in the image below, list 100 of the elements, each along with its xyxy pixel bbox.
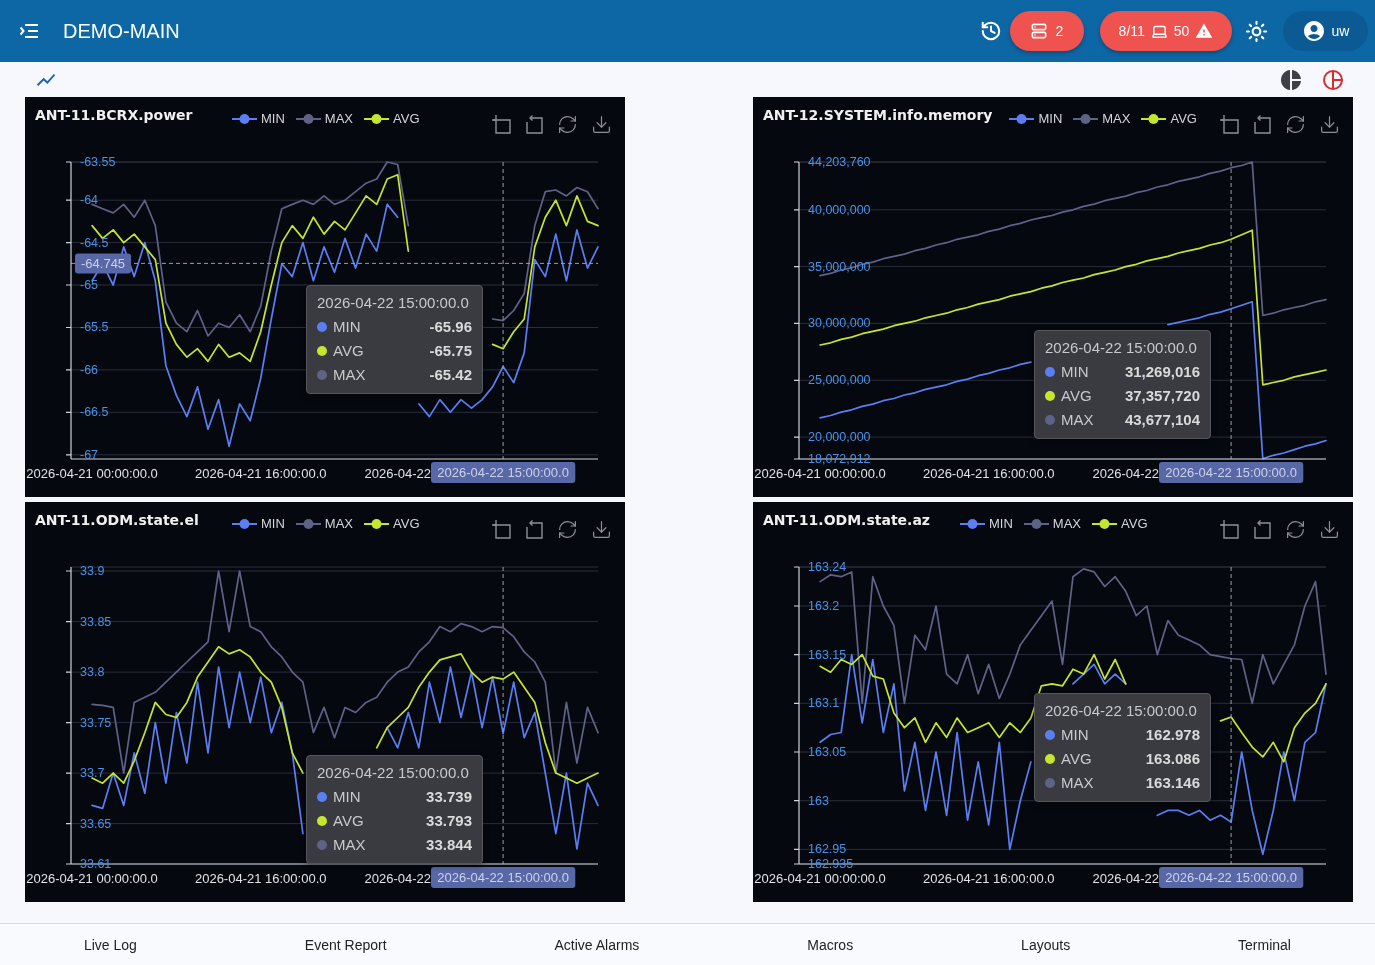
nav-tab[interactable]: Macros [807,932,854,957]
series-value: 163.086 [1145,749,1200,769]
chart-title: ANT-11.ODM.state.el [35,511,200,529]
refresh-icon[interactable] [557,114,578,135]
series-value: 33.739 [426,787,472,807]
series-value: 33.793 [426,811,472,831]
series-value: 37,357,720 [1124,386,1200,406]
y-axis-label: 44,203,760 [808,155,871,169]
back-square-icon[interactable] [1252,519,1272,539]
refresh-icon[interactable] [557,519,578,540]
series-value: 33.844 [426,835,472,855]
y-axis-label: 33.65 [80,816,112,831]
pie-chart-icon[interactable] [1279,67,1303,92]
x-axis-label: 2026-04-21 00:00:00.0 [26,870,158,886]
series-name: MIN [333,787,361,807]
axis-pointer-label: 2026-04-22 15:00:00.0 [1159,867,1304,888]
y-axis-label: 40,000,000 [808,202,871,217]
legend-item[interactable]: MAX [1073,111,1131,126]
series-name: AVG [1061,386,1092,406]
y-axis-label: 163 [808,793,829,808]
nav-tab[interactable]: Layouts [1021,932,1071,957]
legend-item[interactable]: MIN [232,111,285,126]
y-axis-label: 163.15 [808,647,847,662]
y-axis-label: 163.05 [808,745,847,759]
sun-icon[interactable] [1245,19,1268,43]
series-value: -65.96 [429,317,472,337]
user-button[interactable]: uw [1283,11,1368,51]
y-axis-label: 33.75 [80,715,112,730]
back-square-icon[interactable] [524,519,544,539]
y-axis-label: -66 [80,362,99,377]
crop-icon[interactable] [1219,519,1239,539]
legend-item[interactable]: MIN [232,516,285,531]
legend-item[interactable]: MIN [960,516,1013,531]
x-axis-label: 2026-04-21 16:00:00.0 [922,465,1055,481]
legend-item[interactable]: MAX [295,516,353,531]
tooltip-title: 2026-04-22 15:00:00.0 [1045,701,1198,721]
y-axis-label: 33.61 [80,857,112,871]
x-axis-label: 2026-04-22 [1092,465,1159,481]
axis-pointer-label: 2026-04-22 15:00:00.0 [431,867,576,888]
menu-icon[interactable] [20,24,38,38]
y-axis-label: 163.1 [808,696,840,711]
chart-title: ANT-11.ODM.state.az [763,511,931,529]
tooltip-title: 2026-04-22 15:00:00.0 [1045,338,1198,358]
nav-tab[interactable]: Live Log [83,932,137,957]
legend-item[interactable]: AVG [364,516,420,531]
crop-icon[interactable] [491,114,511,134]
legend-item[interactable]: AVG [364,111,420,126]
refresh-icon[interactable] [1285,114,1306,135]
axis-pointer-label: 2026-04-22 15:00:00.0 [1159,462,1304,483]
download-icon[interactable] [1319,519,1340,540]
y-axis-label: 20,000,000 [808,430,871,445]
back-square-icon[interactable] [1252,114,1272,134]
y-axis-label: -63.55 [80,155,116,169]
x-axis-label: 2026-04-21 16:00:00.0 [194,465,327,481]
legend-item[interactable]: AVG [1092,516,1148,531]
tooltip-title: 2026-04-22 15:00:00.0 [317,763,470,783]
y-axis-label: 18,072,912 [808,452,871,466]
y-axis-label: -64 [80,193,99,208]
y-axis-label: -65 [80,278,99,293]
legend-item[interactable]: AVG [1141,111,1197,126]
x-axis-label: 2026-04-22 [1092,870,1159,886]
x-tick-label: 2026-04-22 15:00:00.0 [437,870,569,885]
nav-tab[interactable]: Event Report [304,932,387,957]
series-value: 31,269,016 [1124,362,1200,382]
download-icon[interactable] [1319,114,1340,135]
tooltip-title: 2026-04-22 15:00:00.0 [317,293,470,313]
pie-outline-icon[interactable] [1323,69,1343,90]
account-icon [1301,19,1326,43]
y-axis-label: -66.5 [80,405,109,420]
download-icon[interactable] [591,114,612,135]
x-tick-label: 2026-04-22 15:00:00.0 [437,465,569,480]
server-icon [1030,23,1047,39]
y-axis-label: 25,000,000 [808,373,871,388]
series-value: 43,677,104 [1124,410,1200,430]
series-value: 163.146 [1145,773,1200,793]
refresh-icon[interactable] [1285,519,1306,540]
y-axis-label: -64.5 [80,235,109,250]
warning-icon [1195,22,1214,40]
download-icon[interactable] [591,519,612,540]
series-value: 162.978 [1145,725,1200,745]
legend-item[interactable]: MIN [1009,111,1063,126]
axis-pointer-label: 2026-04-22 15:00:00.0 [431,462,576,483]
chart-title: ANT-11.BCRX.power [35,106,194,124]
legend-item[interactable]: MAX [295,111,353,126]
x-tick-label: 2026-04-22 15:00:00.0 [1165,870,1297,885]
history-icon[interactable] [980,20,1002,42]
axis-pointer-label: -64.745 [75,253,132,274]
nav-tab[interactable]: Terminal [1238,932,1291,957]
crop-icon[interactable] [1219,114,1239,134]
nav-tab[interactable]: Active Alarms [554,932,640,957]
crop-icon[interactable] [491,519,511,539]
x-tick-label: 2026-04-22 15:00:00.0 [1165,465,1297,480]
x-axis-label: 2026-04-21 00:00:00.0 [26,465,158,481]
series-name: AVG [333,811,364,831]
x-axis-label: 2026-04-22 [364,465,431,481]
series-name: AVG [333,341,364,361]
back-square-icon[interactable] [524,114,544,134]
legend-item[interactable]: MAX [1023,516,1081,531]
y-axis-label: -65.5 [80,320,109,335]
ref-line-label: -64.745 [81,255,126,271]
